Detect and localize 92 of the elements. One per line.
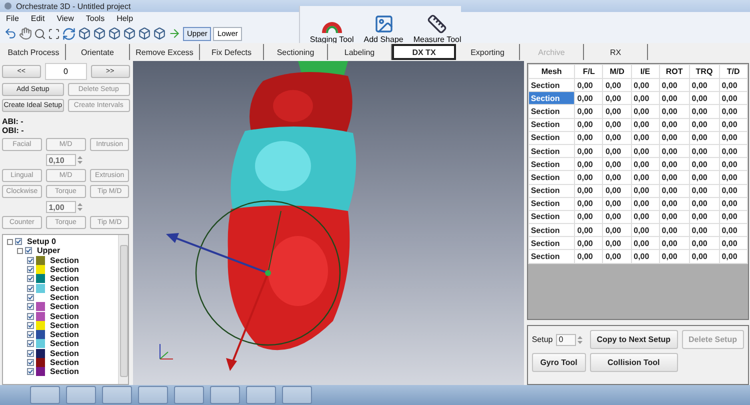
table-cell[interactable]: Section	[528, 236, 575, 250]
checkbox[interactable]	[27, 340, 34, 348]
table-cell[interactable]: Section	[528, 197, 575, 210]
menu-item[interactable]: Edit	[30, 14, 45, 22]
checkbox[interactable]	[27, 312, 34, 320]
cube-view-icon[interactable]	[78, 27, 91, 40]
checkbox[interactable]	[27, 331, 34, 338]
tool-button[interactable]: Add Shape	[364, 14, 404, 44]
action-button[interactable]: Gyro Tool	[532, 353, 586, 372]
arrow-icon[interactable]	[168, 27, 181, 40]
scrollbar[interactable]	[118, 235, 128, 384]
spinner-field[interactable]: 0,10	[46, 154, 76, 166]
column-header: Mesh	[528, 64, 575, 78]
tab[interactable]: Fix Defects	[200, 44, 264, 60]
index-label: OBI: -	[2, 126, 25, 135]
arch-icon	[322, 22, 342, 34]
tree-item[interactable]: Upper	[37, 246, 60, 256]
spinner-field[interactable]: 1,00	[46, 201, 76, 213]
cube-view-icon[interactable]	[93, 27, 106, 40]
tab[interactable]: Orientate	[66, 44, 130, 60]
tree-item[interactable]: Section	[50, 348, 79, 358]
tab[interactable]: Batch Process	[2, 44, 66, 60]
tree-item[interactable]: Section	[50, 302, 79, 312]
zoom-box-icon[interactable]	[48, 28, 60, 40]
table-cell[interactable]: Section	[528, 224, 575, 237]
tab[interactable]: DX TX	[392, 44, 456, 60]
table-cell[interactable]: Section	[528, 104, 575, 118]
action-button[interactable]: Collision Tool	[590, 353, 678, 372]
checkbox[interactable]	[27, 368, 34, 376]
tree-item[interactable]: Section	[50, 265, 79, 274]
table-cell[interactable]: Section	[528, 170, 575, 184]
tree-item[interactable]: Section	[50, 358, 79, 367]
tab[interactable]: Exporting	[456, 44, 520, 60]
checkbox[interactable]	[27, 284, 34, 292]
collapse-toggle-icon[interactable]	[7, 238, 13, 245]
checkbox[interactable]	[25, 247, 32, 254]
ruler-icon	[427, 14, 448, 34]
table-cell[interactable]: Section	[528, 250, 575, 264]
table-cell[interactable]: Section	[528, 131, 575, 144]
setup-number-field[interactable]: 0	[44, 63, 87, 80]
refresh-icon[interactable]	[62, 26, 76, 40]
menu-item[interactable]: Tools	[86, 14, 105, 22]
tree-item[interactable]: Section	[50, 339, 79, 348]
tree-item[interactable]: Section	[50, 292, 79, 302]
menu-item[interactable]: Help	[116, 14, 134, 22]
tree-item[interactable]: Section	[50, 367, 79, 376]
pan-icon[interactable]	[19, 27, 32, 40]
menu-item[interactable]: File	[6, 14, 19, 22]
tree-item[interactable]: Section	[50, 274, 79, 284]
checkbox[interactable]	[27, 275, 34, 282]
index-label: ABI: -	[2, 117, 24, 126]
tree-item[interactable]: Section	[50, 312, 79, 321]
table-cell[interactable]: Section	[528, 184, 575, 198]
checkbox[interactable]	[27, 322, 34, 329]
checkbox[interactable]	[27, 359, 34, 366]
search-icon[interactable]	[34, 28, 46, 40]
picture-icon	[374, 14, 394, 34]
tab[interactable]: RX	[584, 44, 648, 60]
window-title: Orchestrate 3D - Untitled project	[16, 2, 131, 10]
tree-item[interactable]: Section	[50, 256, 79, 265]
table-cell[interactable]: Section	[528, 118, 575, 132]
tree-item[interactable]: Section	[50, 284, 79, 293]
cube-view-icon[interactable]	[108, 27, 121, 40]
checkbox[interactable]	[27, 266, 34, 274]
table-cell[interactable]: Section	[528, 158, 575, 171]
tree-item[interactable]: Section	[50, 330, 79, 340]
table-cell[interactable]: Section	[528, 144, 575, 158]
checkbox[interactable]	[27, 350, 34, 357]
tab[interactable]: Sectioning	[264, 44, 328, 60]
table-cell[interactable]: Section	[528, 92, 575, 105]
menu-item[interactable]: View	[56, 14, 74, 22]
collapse-toggle-icon[interactable]	[17, 248, 23, 254]
rotate-icon[interactable]	[4, 27, 17, 40]
checkbox[interactable]	[27, 303, 34, 310]
cube-view-icon[interactable]	[138, 27, 151, 40]
tool-button[interactable]: Measure Tool	[413, 14, 462, 44]
tab[interactable]: Remove Excess	[130, 44, 200, 60]
tree-item[interactable]: Setup 0	[27, 237, 56, 246]
tool-button[interactable]: Staging Tool	[310, 22, 354, 44]
action-button[interactable]: Copy to Next Setup	[590, 330, 678, 349]
table-cell[interactable]: Section	[528, 210, 575, 224]
checkbox[interactable]	[27, 256, 34, 264]
cube-view-icon[interactable]	[123, 27, 136, 40]
checkbox[interactable]	[27, 294, 34, 301]
tree-item[interactable]: Section	[50, 320, 79, 330]
setup-label: Setup	[532, 335, 553, 344]
setup-spinner[interactable]: 0	[556, 334, 576, 346]
cube-view-icon[interactable]	[153, 27, 166, 40]
checkbox[interactable]	[15, 238, 22, 246]
axis-triad-icon	[160, 344, 174, 360]
table-cell[interactable]: Section	[528, 78, 575, 92]
app-icon	[4, 2, 12, 10]
